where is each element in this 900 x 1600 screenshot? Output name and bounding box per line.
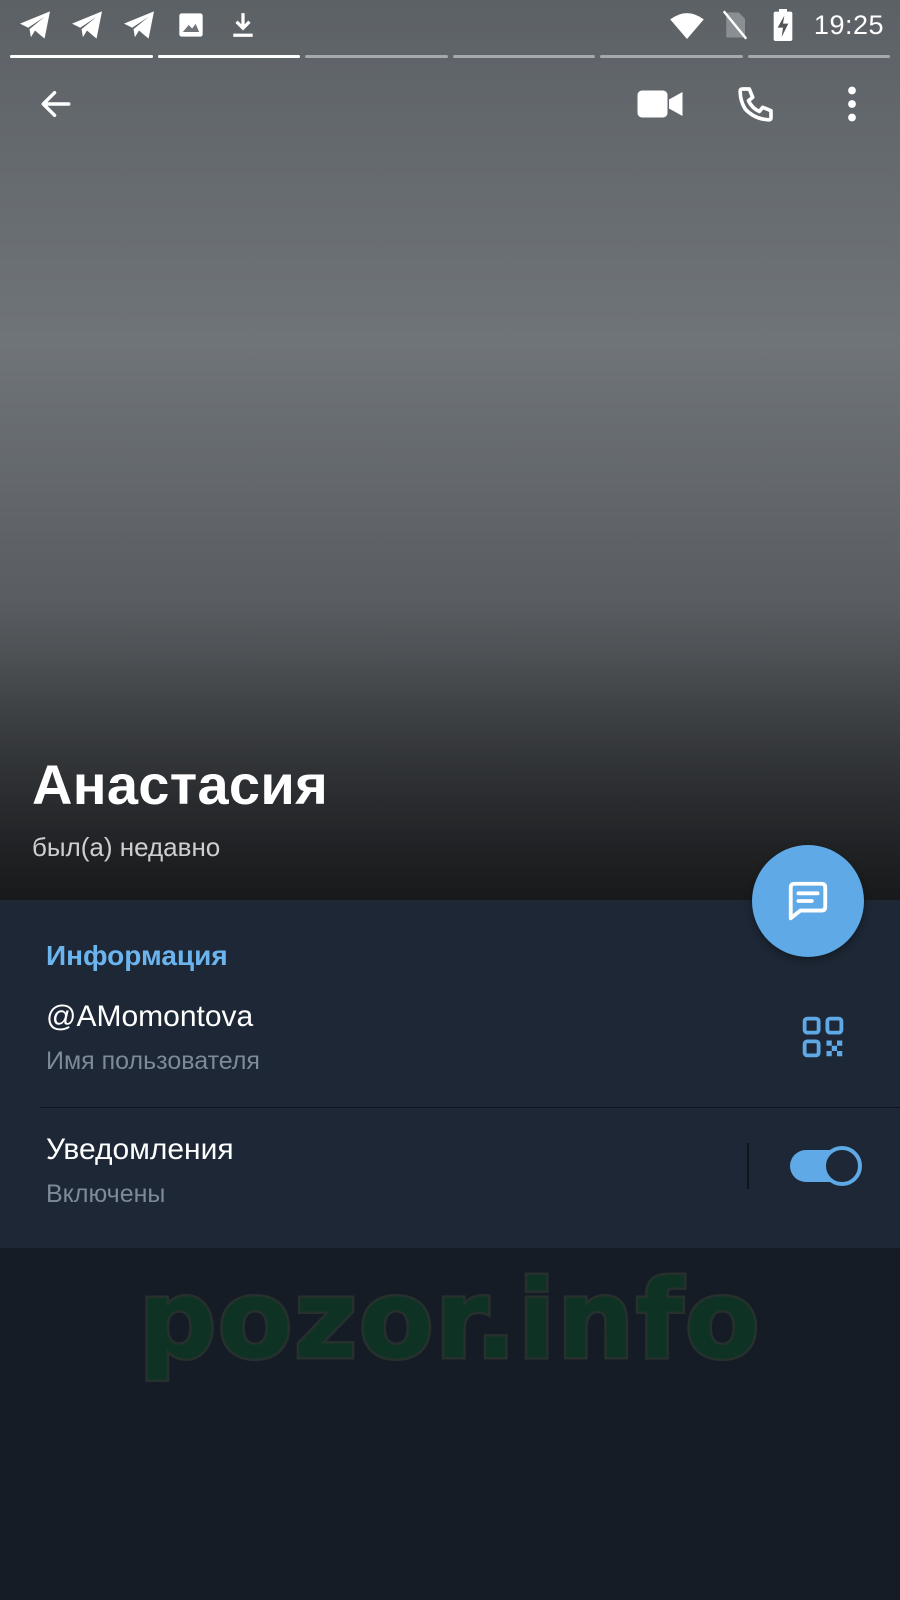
action-bar xyxy=(0,72,900,136)
call-button[interactable] xyxy=(730,78,782,130)
story-progress-segment xyxy=(747,55,890,58)
image-icon xyxy=(174,8,208,42)
section-title: Информация xyxy=(46,940,228,971)
story-progress-segment xyxy=(305,55,448,58)
phone-icon xyxy=(738,87,773,122)
vertical-separator xyxy=(747,1143,749,1189)
arrow-back-icon xyxy=(41,90,71,118)
notifications-toggle[interactable] xyxy=(790,1146,862,1186)
info-section: Информация @AMomontova Имя пользователя xyxy=(0,900,900,1248)
wifi-icon xyxy=(670,8,704,42)
profile-name: Анастасия xyxy=(32,753,329,816)
video-call-icon xyxy=(637,90,683,118)
action-bar-right xyxy=(634,78,878,130)
toggle-knob xyxy=(822,1146,862,1186)
watermark: pozor.info xyxy=(136,1256,762,1386)
username-label: Имя пользователя xyxy=(46,1047,260,1075)
username-value: @AMomontova xyxy=(46,1000,254,1033)
story-progress-segment xyxy=(452,55,595,58)
story-progress xyxy=(10,55,890,59)
story-progress-segment xyxy=(600,55,743,58)
send-message-button[interactable] xyxy=(752,845,864,957)
last-seen-status: был(а) недавно xyxy=(32,832,221,862)
story-progress-segment xyxy=(10,55,153,58)
battery-charging-icon xyxy=(766,8,800,42)
notifications-status: Включены xyxy=(46,1180,166,1208)
clock: 19:25 xyxy=(813,9,884,40)
back-button[interactable] xyxy=(30,78,82,130)
profile-screen: 19:25 Анастасия был(а) недавно Информаци… xyxy=(0,0,900,1600)
telegram-icon xyxy=(18,8,52,42)
message-icon xyxy=(788,881,828,921)
video-call-button[interactable] xyxy=(634,78,686,130)
more-button[interactable] xyxy=(826,78,878,130)
story-progress-fill xyxy=(10,55,153,58)
telegram-icon xyxy=(70,8,104,42)
more-vert-icon xyxy=(848,86,856,122)
username-row[interactable]: @AMomontova Имя пользователя xyxy=(0,995,900,1105)
system-icons: 19:25 xyxy=(670,8,884,42)
download-icon xyxy=(226,8,260,42)
qr-code-icon xyxy=(802,1016,844,1058)
notifications-title: Уведомления xyxy=(46,1133,234,1166)
no-sim-icon xyxy=(718,8,752,42)
divider xyxy=(40,1107,900,1108)
story-progress-segment xyxy=(157,55,300,58)
status-bar: 19:25 xyxy=(0,0,900,50)
notification-icons xyxy=(18,8,260,42)
notifications-row[interactable]: Уведомления Включены xyxy=(0,1130,900,1240)
qr-code-button[interactable] xyxy=(796,1010,850,1064)
telegram-icon xyxy=(122,8,156,42)
story-progress-fill xyxy=(157,55,300,58)
